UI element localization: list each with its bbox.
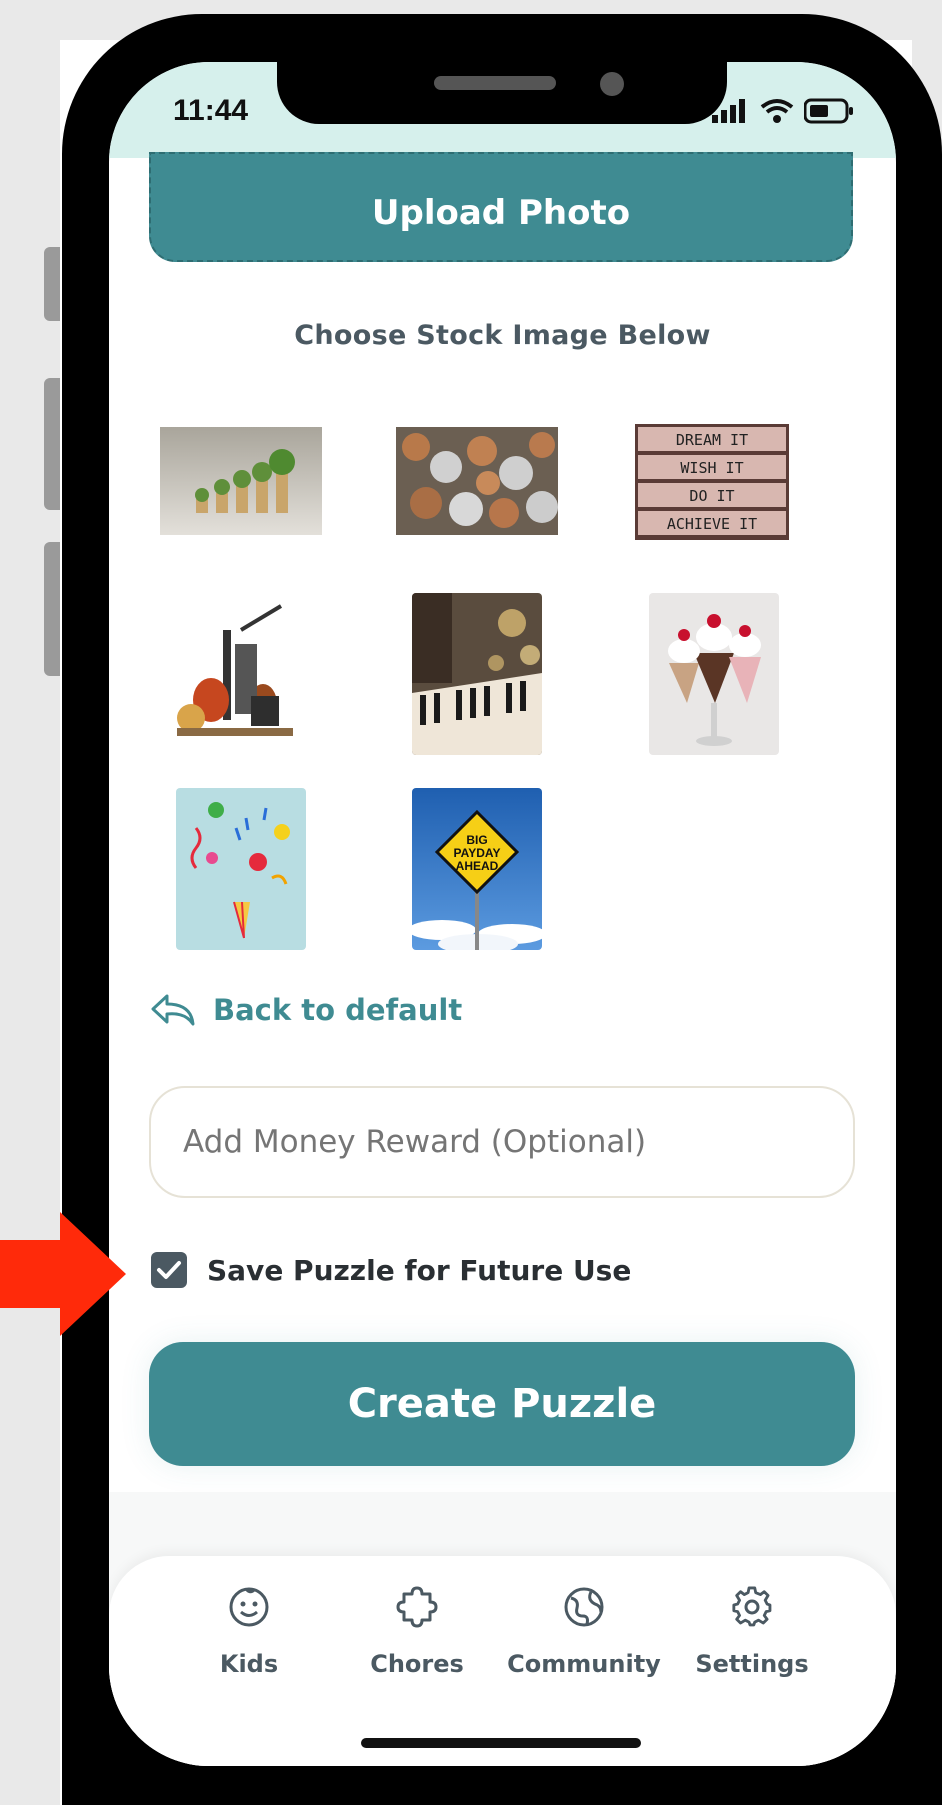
coins-plants-image[interactable] <box>160 427 322 535</box>
app-screen: 11:44 Upload Photo Choose Stock Image Be… <box>109 62 896 1766</box>
upload-photo-button[interactable]: Upload Photo <box>149 152 853 262</box>
ice-cream-sundae-image[interactable] <box>649 593 779 755</box>
red-pointer-arrow-icon <box>0 1212 126 1336</box>
dream-sign-line-3: DO IT <box>689 487 734 505</box>
tab-community-label: Community <box>507 1650 661 1678</box>
status-time: 11:44 <box>173 94 249 127</box>
party-popper-image[interactable] <box>176 788 306 950</box>
status-bar: 11:44 <box>109 62 896 158</box>
globe-icon <box>564 1587 604 1627</box>
save-puzzle-label: Save Puzzle for Future Use <box>207 1253 632 1287</box>
volume-up-button <box>44 378 60 510</box>
coin-pile-image[interactable] <box>396 427 558 535</box>
payday-sign-image[interactable]: BIG PAYDAY AHEAD <box>412 788 542 950</box>
status-icons <box>712 98 854 124</box>
stock-image-heading: Choose Stock Image Below <box>294 320 711 351</box>
back-to-default-label: Back to default <box>213 993 463 1027</box>
volume-down-button <box>44 542 60 676</box>
payday-sign-line-1: BIG <box>466 833 487 847</box>
tab-settings-label: Settings <box>695 1650 809 1678</box>
front-camera <box>600 72 624 96</box>
money-reward-input[interactable] <box>149 1086 855 1198</box>
payday-sign-line-3: AHEAD <box>456 859 499 873</box>
tab-chores-label: Chores <box>370 1650 464 1678</box>
gear-icon <box>732 1586 772 1627</box>
face-icon <box>229 1587 269 1627</box>
payday-sign-line-2: PAYDAY <box>454 846 501 860</box>
speaker <box>434 76 556 90</box>
save-puzzle-row[interactable]: Save Puzzle for Future Use <box>151 1252 631 1288</box>
create-puzzle-button[interactable]: Create Puzzle <box>149 1342 855 1466</box>
musical-instruments-image[interactable] <box>171 600 299 740</box>
dream-sign-image[interactable]: DREAM IT WISH IT DO IT ACHIEVE IT <box>635 424 789 540</box>
dream-sign-line-2: WISH IT <box>680 459 743 477</box>
undo-arrow-icon <box>151 994 195 1026</box>
piano-keys-image[interactable] <box>412 593 542 755</box>
notch <box>277 62 727 124</box>
back-to-default-link[interactable]: Back to default <box>149 992 462 1028</box>
home-indicator <box>361 1738 641 1748</box>
dream-sign-line-1: DREAM IT <box>676 431 748 449</box>
checkmark-icon <box>157 1261 181 1279</box>
tab-kids-label: Kids <box>219 1650 279 1678</box>
save-puzzle-checkbox[interactable] <box>151 1252 187 1288</box>
signal-icon <box>712 99 745 123</box>
wifi-icon <box>760 99 794 123</box>
puzzle-icon <box>396 1586 438 1628</box>
tab-bar: Kids Chores Community Settings <box>109 1556 896 1766</box>
mute-switch <box>44 247 60 321</box>
dream-sign-line-4: ACHIEVE IT <box>667 515 757 533</box>
battery-icon <box>804 98 853 124</box>
